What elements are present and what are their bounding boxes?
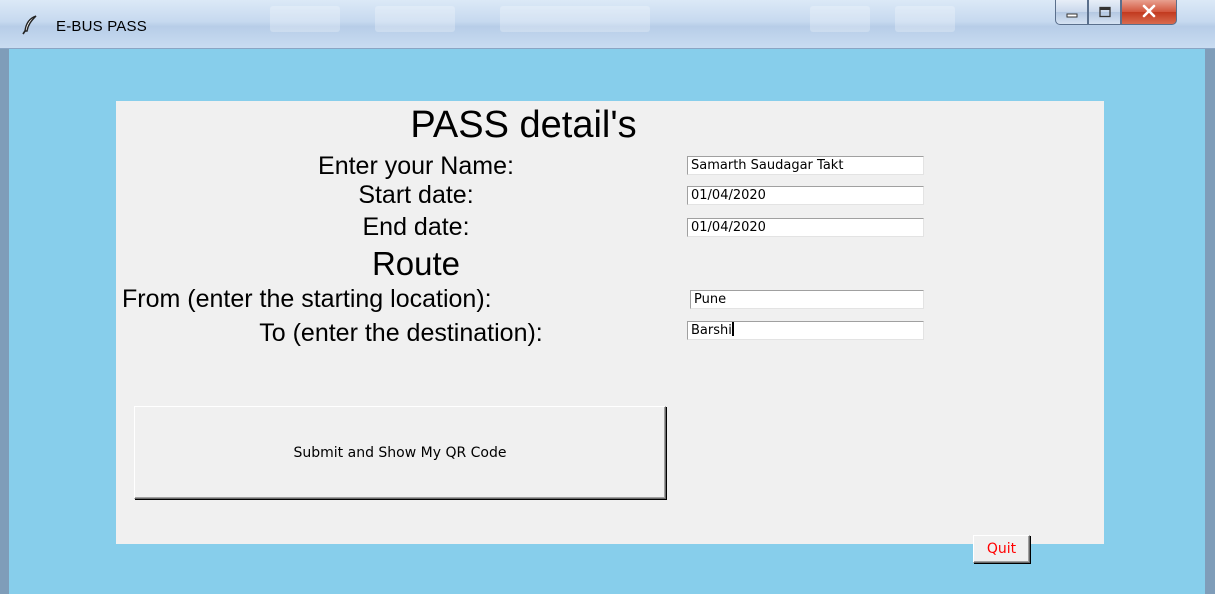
minimize-icon bbox=[1065, 3, 1079, 22]
from-field[interactable]: Pune bbox=[690, 290, 924, 309]
close-button[interactable] bbox=[1121, 0, 1177, 25]
app-window: E-BUS PASS PASS detail's Enter your Name… bbox=[0, 0, 1215, 594]
name-field[interactable]: Samarth Saudagar Takt bbox=[687, 156, 924, 175]
from-label: From (enter the starting location): bbox=[122, 285, 492, 313]
client-area: PASS detail's Enter your Name: Samarth S… bbox=[9, 49, 1205, 594]
minimize-button[interactable] bbox=[1055, 0, 1088, 25]
end-date-label: End date: bbox=[362, 213, 470, 241]
feather-icon bbox=[20, 13, 42, 35]
name-label: Enter your Name: bbox=[318, 152, 514, 180]
pass-form-panel: PASS detail's Enter your Name: Samarth S… bbox=[116, 101, 1104, 563]
text-cursor bbox=[731, 322, 734, 336]
window-controls bbox=[1055, 0, 1177, 25]
submit-button[interactable]: Submit and Show My QR Code bbox=[134, 406, 666, 499]
start-date-field[interactable]: 01/04/2020 bbox=[687, 186, 924, 205]
route-heading: Route bbox=[371, 245, 461, 282]
page-title: PASS detail's bbox=[410, 104, 637, 146]
maximize-button[interactable] bbox=[1088, 0, 1121, 25]
title-bar-ghost bbox=[810, 6, 870, 32]
quit-button[interactable]: Quit bbox=[973, 535, 1030, 563]
end-date-field[interactable]: 01/04/2020 bbox=[687, 218, 924, 237]
title-bar[interactable]: E-BUS PASS bbox=[0, 0, 1215, 49]
close-icon bbox=[1141, 3, 1157, 22]
maximize-icon bbox=[1098, 3, 1112, 22]
title-bar-ghost bbox=[270, 6, 340, 32]
to-label: To (enter the destination): bbox=[259, 319, 543, 347]
to-field[interactable]: Barshi bbox=[687, 321, 924, 340]
start-date-label: Start date: bbox=[358, 181, 474, 209]
title-bar-ghost bbox=[500, 6, 650, 32]
title-bar-ghost bbox=[375, 6, 455, 32]
title-bar-ghost bbox=[895, 6, 955, 32]
window-title: E-BUS PASS bbox=[56, 18, 147, 35]
to-field-value: Barshi bbox=[691, 323, 732, 338]
